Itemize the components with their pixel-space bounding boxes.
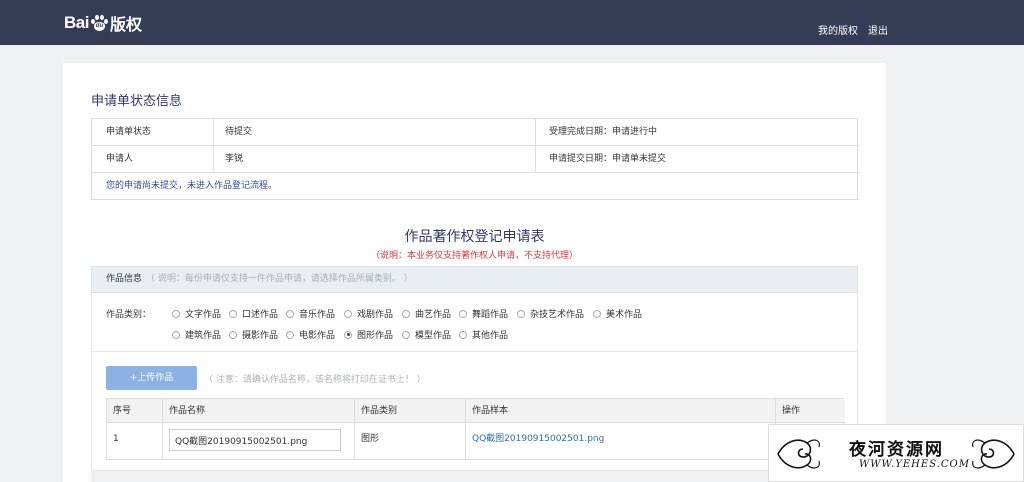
- radio-label: 音乐作品: [299, 310, 336, 320]
- category-radio-acrobatics[interactable]: 杂技艺术作品: [517, 307, 584, 320]
- work-info-bar: 作品信息（ 说明：每份申请仅支持一件作品申请，请选择作品所属类别。 ）: [91, 266, 858, 293]
- category-radio-photo[interactable]: 摄影作品: [229, 328, 278, 341]
- radio-label: 文字作品: [185, 310, 222, 320]
- radio-icon[interactable]: [286, 330, 294, 339]
- submit-date: 申请提交日期：申请单未提交: [549, 154, 667, 164]
- paw-icon: du: [90, 14, 108, 32]
- applicant-label: 申请人: [92, 146, 214, 173]
- completion-date: 受理完成日期：申请进行中: [549, 127, 658, 137]
- radio-label: 模型作品: [415, 331, 452, 341]
- category-radio-text[interactable]: 文字作品: [172, 307, 221, 320]
- radio-selected-icon[interactable]: [344, 330, 352, 339]
- radio-icon[interactable]: [593, 309, 601, 318]
- radio-icon[interactable]: [172, 330, 180, 339]
- radio-icon[interactable]: [402, 309, 410, 318]
- status-row: 您的申请尚未提交，未进入作品登记流程。: [92, 173, 859, 200]
- category-radio-graphic[interactable]: 图形作品: [344, 328, 393, 341]
- category-radio-dance[interactable]: 舞蹈作品: [459, 307, 508, 320]
- logo-text-brand: 版权: [109, 17, 142, 34]
- category-box: 作品类别： 文字作品 口述作品 音乐作品 戏剧作品 曲艺作品 舞蹈作品 杂技艺术…: [91, 293, 858, 351]
- radio-icon[interactable]: [402, 330, 410, 339]
- status-table: 申请单状态 待提交 受理完成日期：申请进行中 申请人 李锐 申请提交日期：申请单…: [91, 118, 859, 200]
- radio-icon[interactable]: [459, 309, 467, 318]
- work-info-label: 作品信息: [106, 274, 143, 284]
- work-name-input[interactable]: [169, 429, 341, 451]
- form-subtitle: （说明：本业务仅支持著作权人申请，不支持代理）: [370, 251, 578, 261]
- table-row: 1 图形 QQ截图20190915002501.png: [107, 423, 845, 459]
- status-value: 待提交: [214, 119, 536, 146]
- status-notice: 您的申请尚未提交，未进入作品登记流程。: [106, 181, 278, 191]
- table-header: 序号 作品名称 作品类别 作品样本 操作: [107, 399, 845, 423]
- category-radio-model[interactable]: 模型作品: [402, 328, 451, 341]
- radio-label: 建筑作品: [185, 331, 222, 341]
- nav-my-copyright[interactable]: 我的版权: [818, 22, 858, 37]
- row-category: 图形: [355, 423, 466, 459]
- top-navbar: Bai du 版权 我的版权 退出: [0, 0, 1024, 45]
- category-radio-other[interactable]: 其他作品: [459, 328, 508, 341]
- upload-hint: （ 注意：请确认作品名称，该名称将打印在证书上！ ）: [204, 375, 426, 385]
- form-title: 作品著作权登记申请表: [404, 229, 545, 245]
- category-radio-fine-art[interactable]: 美术作品: [593, 307, 642, 320]
- category-radio-film[interactable]: 电影作品: [286, 328, 335, 341]
- sample-file-link[interactable]: QQ截图20190915002501.png: [472, 434, 604, 444]
- logo-text-bai: Bai: [64, 13, 89, 32]
- radio-label: 摄影作品: [242, 331, 279, 341]
- radio-label: 美术作品: [606, 310, 643, 320]
- status-row: 申请人 李锐 申请提交日期：申请单未提交: [92, 146, 859, 173]
- ornament-right-icon: [972, 439, 1015, 469]
- row-index: 1: [107, 423, 163, 459]
- category-radio-drama[interactable]: 戏剧作品: [344, 307, 393, 320]
- works-table: 序号 作品名称 作品类别 作品样本 操作 1 图形 QQ截图2019091500…: [106, 398, 845, 460]
- baidu-copyright-logo[interactable]: Bai du 版权: [64, 12, 142, 34]
- radio-icon[interactable]: [344, 309, 352, 318]
- status-section-title: 申请单状态信息: [91, 94, 183, 109]
- radio-icon[interactable]: [286, 309, 294, 318]
- radio-label: 口述作品: [242, 310, 279, 320]
- logo-text-du: du: [93, 22, 105, 31]
- row-sample-cell: QQ截图20190915002501.png: [466, 423, 776, 459]
- nav-logout[interactable]: 退出: [868, 22, 888, 37]
- category-radio-quyi[interactable]: 曲艺作品: [402, 307, 451, 320]
- radio-icon[interactable]: [229, 330, 237, 339]
- watermark-text: 夜河资源网: [849, 440, 944, 460]
- radio-label: 舞蹈作品: [472, 310, 509, 320]
- upload-area: +上传作品 （ 注意：请确认作品名称，该名称将打印在证书上！ ） 序号 作品名称…: [91, 351, 858, 471]
- applicant-value: 李锐: [214, 146, 536, 173]
- radio-label: 曲艺作品: [415, 310, 452, 320]
- radio-icon[interactable]: [229, 309, 237, 318]
- work-info-hint: （ 说明：每份申请仅支持一件作品申请，请选择作品所属类别。 ）: [146, 274, 413, 284]
- upload-work-button[interactable]: +上传作品: [106, 366, 197, 390]
- col-header-action: 操作: [782, 406, 801, 416]
- col-header-sample: 作品样本: [466, 399, 776, 422]
- col-header-category: 作品类别: [355, 399, 466, 422]
- main-card: 申请单状态信息 申请单状态 待提交 受理完成日期：申请进行中 申请人 李锐 申请…: [63, 63, 886, 482]
- status-row: 申请单状态 待提交 受理完成日期：申请进行中: [92, 119, 859, 146]
- category-radio-architecture[interactable]: 建筑作品: [172, 328, 221, 341]
- radio-icon[interactable]: [517, 309, 525, 318]
- watermark-url: WWW.YEHES.COM: [859, 459, 970, 470]
- radio-icon[interactable]: [172, 309, 180, 318]
- ornament-left-icon: [777, 439, 820, 469]
- radio-label: 杂技艺术作品: [530, 310, 585, 320]
- col-header-name: 作品名称: [163, 399, 355, 422]
- radio-label: 图形作品: [357, 331, 394, 341]
- category-radio-music[interactable]: 音乐作品: [286, 307, 335, 320]
- footer-strip: [91, 471, 858, 482]
- row-name-cell: [163, 423, 355, 459]
- col-header-index: 序号: [107, 399, 163, 422]
- radio-label: 戏剧作品: [357, 310, 394, 320]
- radio-label: 电影作品: [299, 331, 336, 341]
- category-label: 作品类别：: [106, 310, 152, 320]
- status-label: 申请单状态: [92, 119, 214, 146]
- radio-label: 其他作品: [472, 331, 509, 341]
- category-radio-oral[interactable]: 口述作品: [229, 307, 278, 320]
- radio-icon[interactable]: [459, 330, 467, 339]
- watermark-badge: 夜河资源网 WWW.YEHES.COM: [768, 424, 1024, 482]
